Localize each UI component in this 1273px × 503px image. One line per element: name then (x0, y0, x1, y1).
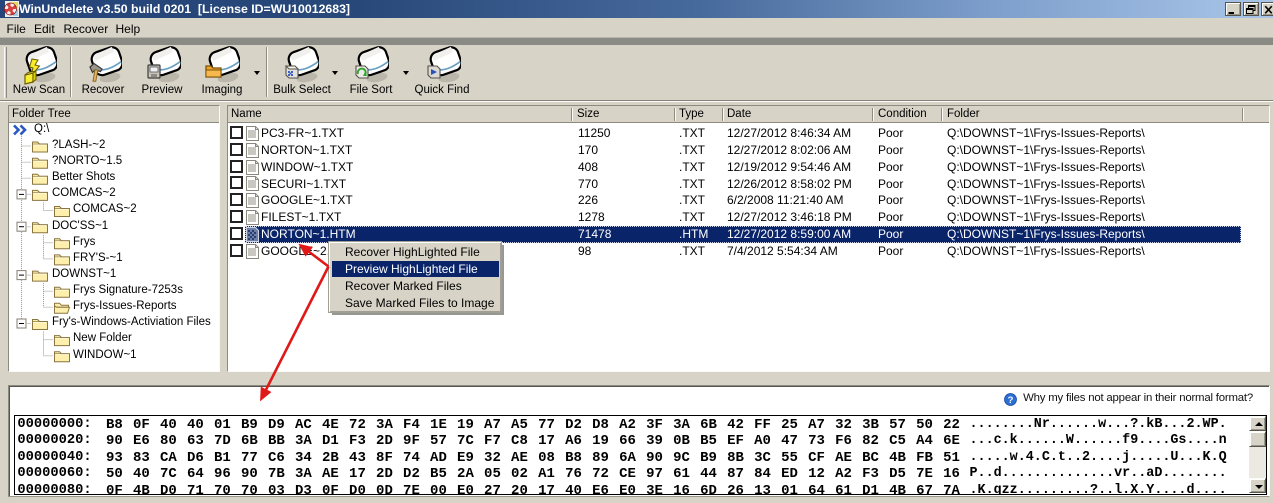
svg-text:?: ? (1008, 395, 1014, 406)
